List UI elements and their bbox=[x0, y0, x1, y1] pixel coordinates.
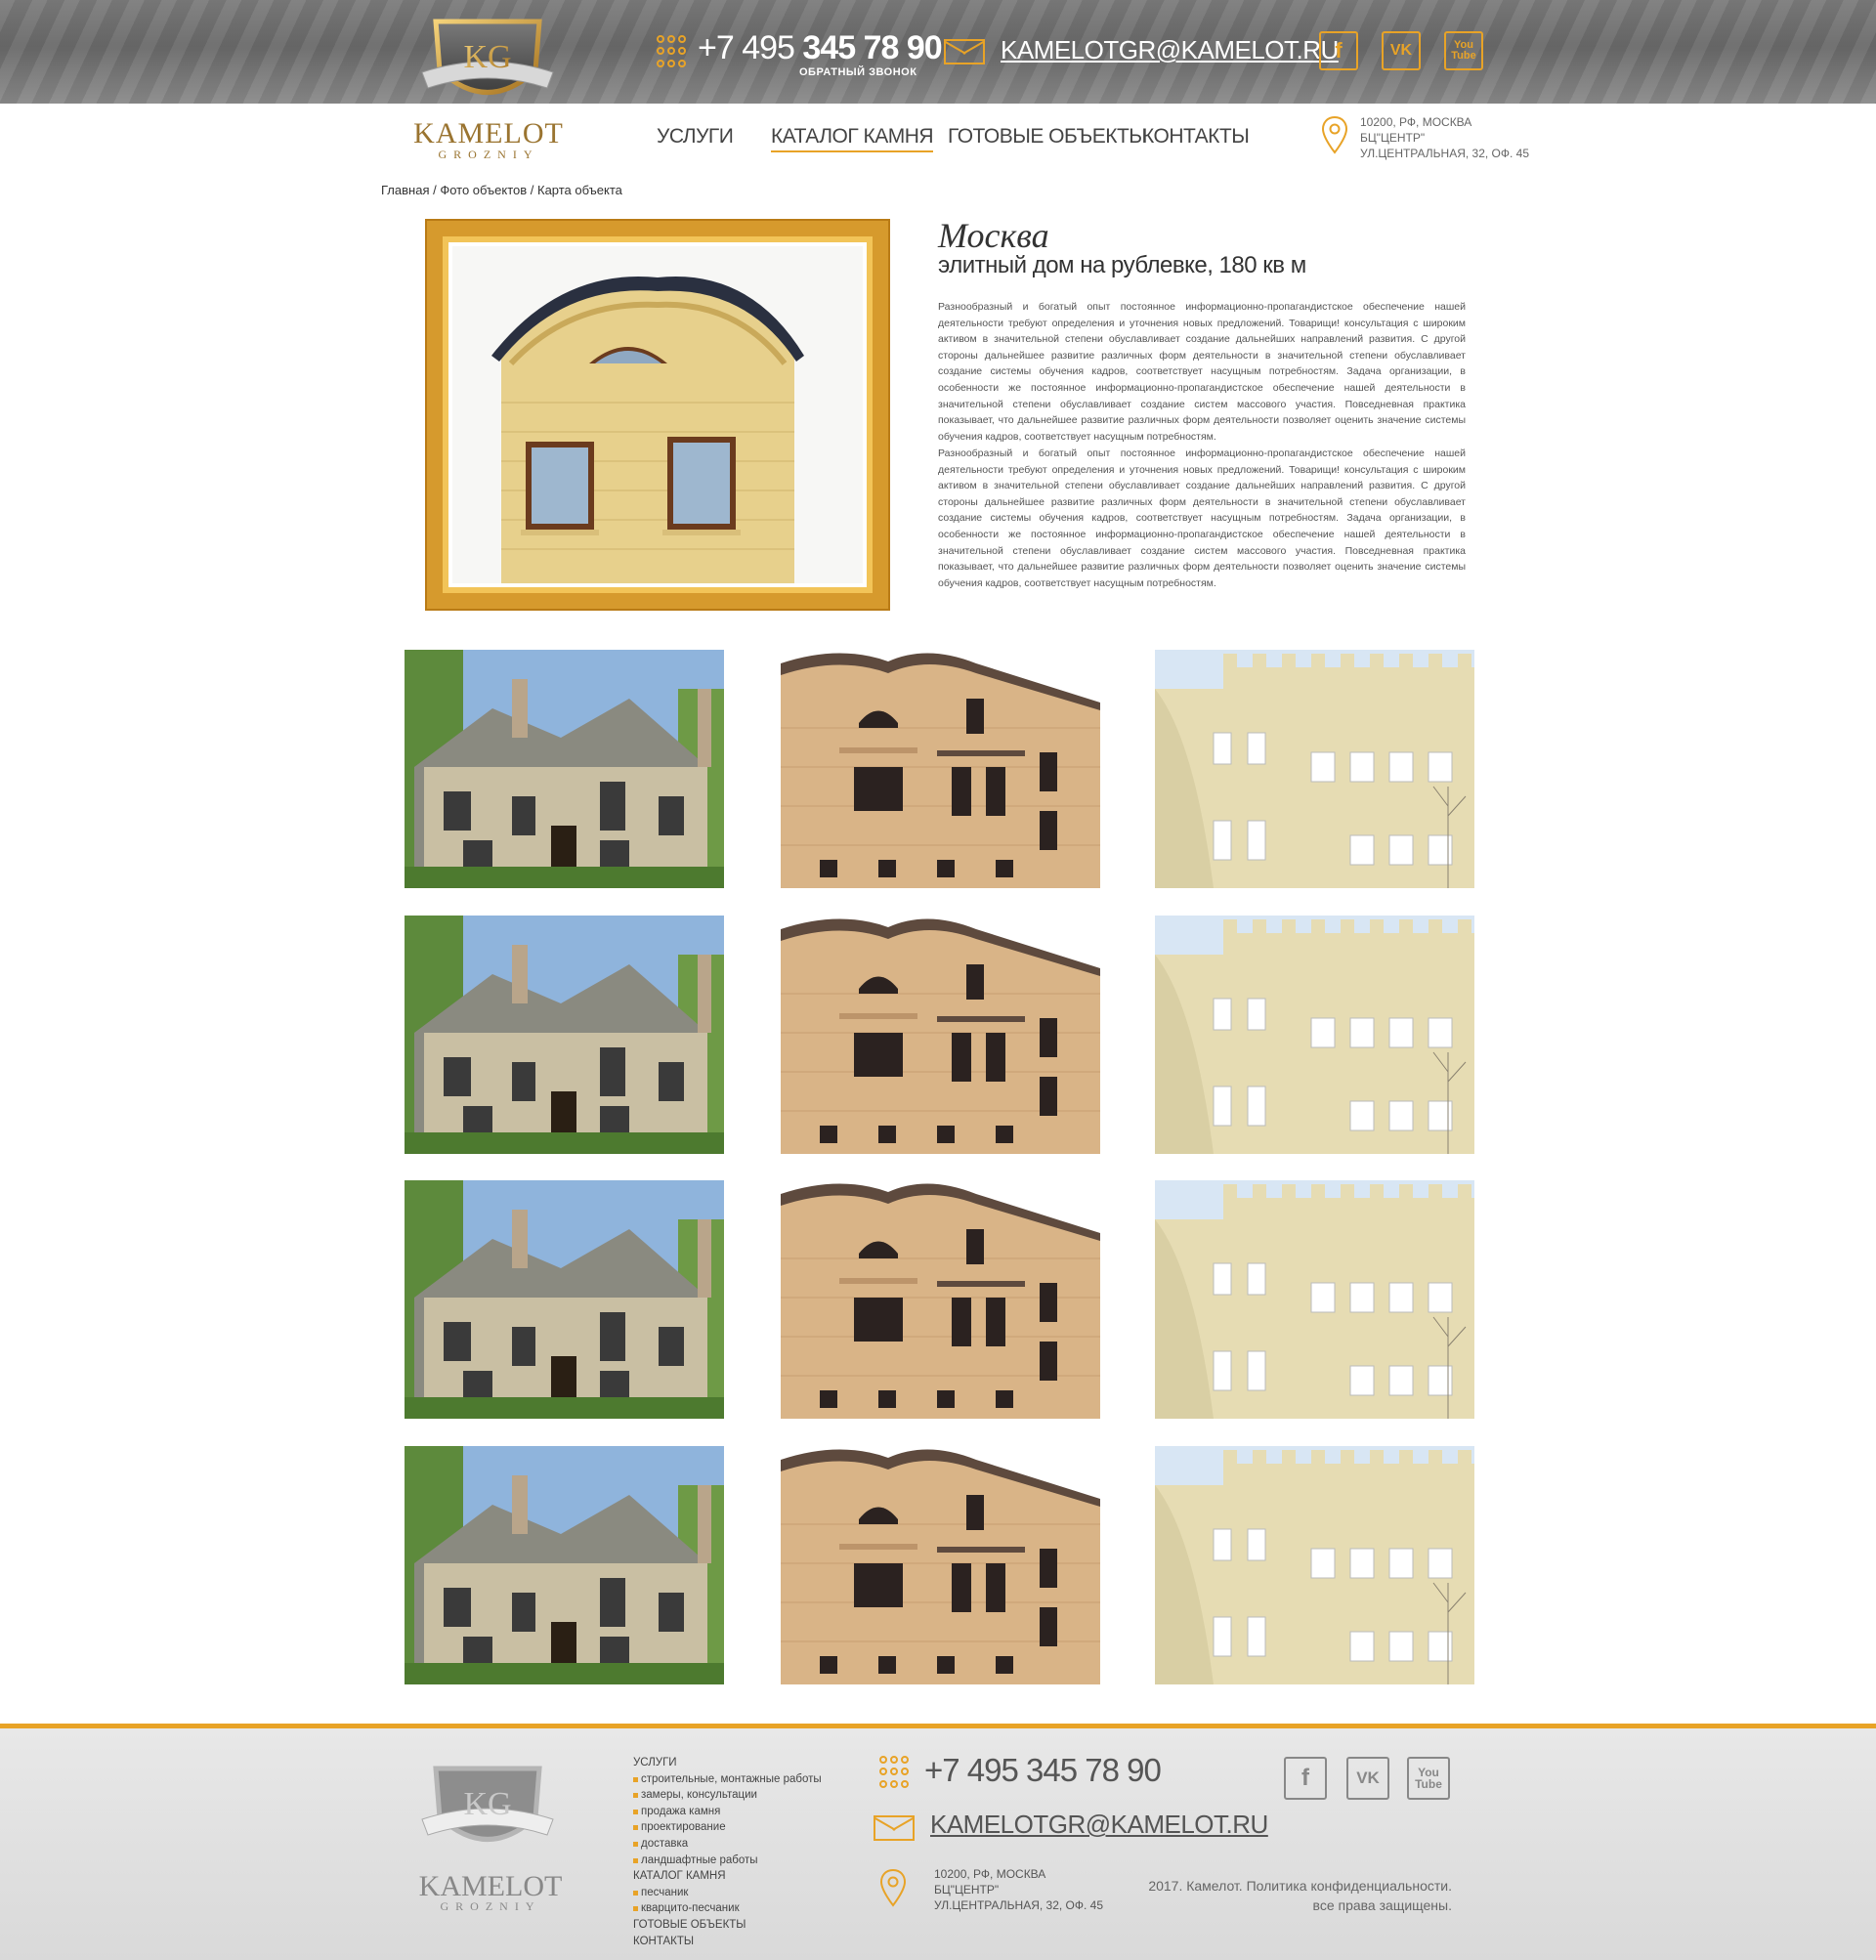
gallery-photo-castle-building[interactable] bbox=[1155, 1446, 1474, 1684]
gallery-photo-castle-building[interactable] bbox=[1155, 1180, 1474, 1419]
footer-menu-item[interactable]: замеры, консультации bbox=[633, 1787, 822, 1804]
footer-menu-item[interactable]: ландшафтные работы bbox=[633, 1853, 822, 1869]
copyright-line[interactable]: 2017. Камелот. Политика конфиденциальнос… bbox=[1133, 1876, 1452, 1896]
gallery-photo-stone-cottage[interactable] bbox=[405, 650, 724, 888]
footer-menu-item[interactable]: строительные, монтажные работы bbox=[633, 1771, 822, 1788]
svg-text:KG: KG bbox=[463, 1786, 511, 1822]
object-subtitle: элитный дом на рублевке, 180 кв м bbox=[938, 252, 1306, 278]
vk-icon[interactable]: VK bbox=[1346, 1757, 1389, 1800]
header-phone[interactable]: +7 495 345 78 90 bbox=[698, 29, 943, 67]
nav-catalog[interactable]: КАТАЛОГ КАМНЯ bbox=[771, 125, 934, 152]
map-pin-icon bbox=[879, 1868, 907, 1907]
gallery-photo-sandstone-villa[interactable] bbox=[781, 1180, 1100, 1419]
gallery-photo-castle-building[interactable] bbox=[1155, 650, 1474, 888]
vk-icon[interactable]: VK bbox=[1382, 31, 1421, 70]
header-email-link[interactable]: KAMELOTGR@KAMELOT.RU bbox=[1001, 35, 1339, 65]
address-line: БЦ"ЦЕНТР" bbox=[934, 1883, 1000, 1896]
address-line: 10200, РФ, МОСКВА bbox=[934, 1867, 1046, 1881]
phone-dots-icon bbox=[879, 1756, 913, 1789]
envelope-icon bbox=[874, 1815, 915, 1841]
main-photo-frame[interactable] bbox=[427, 221, 888, 609]
footer-menu-heading[interactable]: КАТАЛОГ КАМНЯ bbox=[633, 1868, 822, 1885]
breadcrumb[interactable]: Главная / Фото объектов / Карта объекта bbox=[381, 183, 622, 197]
facebook-icon[interactable]: f bbox=[1319, 31, 1358, 70]
envelope-icon bbox=[944, 39, 985, 64]
address-line: УЛ.ЦЕНТРАЛЬНАЯ, 32, ОФ. 45 bbox=[1360, 147, 1530, 160]
gallery-photo-sandstone-villa[interactable] bbox=[781, 1446, 1100, 1684]
object-description-2: Разнообразный и богатый опыт постоянное … bbox=[938, 447, 1466, 589]
copyright-line: все права защищены. bbox=[1312, 1897, 1452, 1913]
address-line: БЦ"ЦЕНТР" bbox=[1360, 131, 1426, 145]
logo-wordmark: KAMELOT bbox=[413, 117, 564, 149]
gallery-photo-sandstone-villa[interactable] bbox=[781, 650, 1100, 888]
phone-dots-icon bbox=[657, 35, 690, 68]
shield-logo-icon: KG bbox=[421, 1766, 554, 1842]
nav-objects[interactable]: ГОТОВЫЕ ОБЪЕКТЫ bbox=[948, 125, 1147, 149]
object-city-title: Москва bbox=[938, 216, 1049, 255]
main-photo bbox=[452, 246, 863, 583]
footer-menu-heading[interactable]: УСЛУГИ bbox=[633, 1755, 822, 1771]
nav-contacts[interactable]: КОНТАКТЫ bbox=[1142, 125, 1250, 149]
youtube-icon[interactable]: You Tube bbox=[1407, 1757, 1450, 1800]
shield-logo-icon: KG bbox=[421, 19, 554, 95]
footer-logo-subtitle: GROZNIY bbox=[440, 1899, 541, 1913]
footer-logo[interactable]: KG bbox=[416, 1759, 559, 1871]
footer-phone[interactable]: +7 495 345 78 90 bbox=[924, 1752, 1162, 1789]
footer-menu-item[interactable]: доставка bbox=[633, 1836, 822, 1853]
facebook-icon[interactable]: f bbox=[1284, 1757, 1327, 1800]
object-description-1: Разнообразный и богатый опыт постоянное … bbox=[938, 301, 1466, 443]
footer-menu-item[interactable]: продажа камня bbox=[633, 1804, 822, 1820]
youtube-icon[interactable]: You Tube bbox=[1444, 31, 1483, 70]
gallery-photo-stone-cottage[interactable] bbox=[405, 916, 724, 1154]
footer-menu-item[interactable]: кварцито-песчаник bbox=[633, 1900, 822, 1917]
logo-subtitle: GROZNIY bbox=[438, 148, 539, 161]
copyright: 2017. Камелот. Политика конфиденциальнос… bbox=[1133, 1876, 1452, 1915]
footer-email-link[interactable]: KAMELOTGR@KAMELOT.RU bbox=[930, 1810, 1268, 1840]
gallery-photo-stone-cottage[interactable] bbox=[405, 1446, 724, 1684]
gallery-photo-sandstone-villa[interactable] bbox=[781, 916, 1100, 1154]
photo-gallery bbox=[405, 650, 1474, 1684]
callback-link[interactable]: ОБРАТНЫЙ ЗВОНОК bbox=[799, 66, 917, 78]
address-line: УЛ.ЦЕНТРАЛЬНАЯ, 32, ОФ. 45 bbox=[934, 1898, 1104, 1912]
footer-logo-wordmark: KAMELOT bbox=[418, 1870, 563, 1902]
gallery-photo-castle-building[interactable] bbox=[1155, 916, 1474, 1154]
footer-menu-item[interactable]: песчаник bbox=[633, 1885, 822, 1901]
footer-menu-heading[interactable]: ГОТОВЫЕ ОБЪЕКТЫ bbox=[633, 1917, 822, 1934]
gallery-photo-stone-cottage[interactable] bbox=[405, 1180, 724, 1419]
map-pin-icon bbox=[1321, 115, 1348, 154]
address-line: 10200, РФ, МОСКВА bbox=[1360, 115, 1472, 129]
nav-services[interactable]: УСЛУГИ bbox=[657, 125, 734, 149]
svg-text:KG: KG bbox=[463, 39, 511, 75]
footer-menu-heading[interactable]: КОНТАКТЫ bbox=[633, 1934, 822, 1950]
header-address: 10200, РФ, МОСКВА БЦ"ЦЕНТР" УЛ.ЦЕНТРАЛЬН… bbox=[1360, 114, 1529, 161]
footer-menu: УСЛУГИ строительные, монтажные работы заме… bbox=[633, 1755, 822, 1949]
footer-menu-item[interactable]: проектирование bbox=[633, 1819, 822, 1836]
footer-address: 10200, РФ, МОСКВА БЦ"ЦЕНТР" УЛ.ЦЕНТРАЛЬН… bbox=[934, 1866, 1103, 1913]
